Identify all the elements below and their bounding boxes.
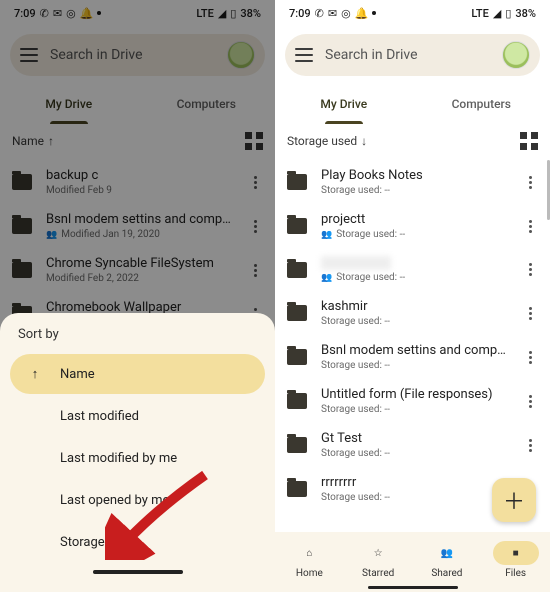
search-placeholder: Search in Drive <box>325 47 490 63</box>
more-icon[interactable] <box>522 263 538 276</box>
nav-home[interactable]: ⌂ Home <box>286 541 332 579</box>
bell-icon: 🔔 <box>355 7 369 20</box>
sort-option[interactable]: Last modified by me <box>10 438 265 478</box>
menu-icon[interactable] <box>295 48 313 62</box>
bottom-nav: ⌂ Home ☆ Starred 👥 Shared ■ Files <box>275 532 550 592</box>
sort-row[interactable]: Storage used ↓ <box>275 124 550 158</box>
arrow-up-icon: ↑ <box>28 366 42 382</box>
star-icon: ☆ <box>374 548 383 559</box>
file-subtitle: Storage used: -- <box>321 492 508 503</box>
more-icon[interactable] <box>522 395 538 408</box>
tab-computers[interactable]: Computers <box>413 84 550 124</box>
gesture-handle <box>368 586 458 589</box>
file-list: Play Books Notes Storage used: -- projec… <box>275 158 550 513</box>
search-bar[interactable]: Search in Drive <box>285 34 540 76</box>
folder-icon <box>287 349 307 365</box>
status-bar: 7:09 ✆ ✉ ◎ 🔔 LTE ◢ ▯ 38% <box>275 0 550 26</box>
nav-shared[interactable]: 👥 Shared <box>424 541 470 579</box>
more-icon[interactable] <box>522 439 538 452</box>
tabs: My Drive Computers <box>275 84 550 124</box>
more-icon[interactable] <box>522 176 538 189</box>
file-subtitle: Storage used: -- <box>321 448 508 459</box>
shared-icon: 👥 <box>321 273 332 283</box>
net-label: LTE <box>471 7 489 20</box>
option-label: Last modified by me <box>60 451 177 466</box>
folder-icon <box>287 262 307 278</box>
file-subtitle: Storage used: -- <box>321 404 508 415</box>
arrow-down-icon: ↓ <box>361 134 367 148</box>
list-item[interactable]: kashmir Storage used: -- <box>275 291 550 335</box>
file-name: Gt Test <box>321 431 508 446</box>
file-name: Play Books Notes <box>321 168 508 183</box>
file-subtitle: 👥Storage used: -- <box>321 229 508 240</box>
folder-icon <box>287 437 307 453</box>
people-icon: 👥 <box>441 548 453 559</box>
option-label: Last opened by me <box>60 493 169 508</box>
file-name <box>321 256 391 270</box>
folder-icon <box>287 393 307 409</box>
list-item[interactable]: Gt Test Storage used: -- <box>275 423 550 467</box>
file-subtitle: Storage used: -- <box>321 316 508 327</box>
file-name: rrrrrrrr <box>321 475 508 490</box>
shared-icon: 👥 <box>321 230 332 240</box>
file-subtitle: Storage used: -- <box>321 185 508 196</box>
nav-files[interactable]: ■ Files <box>493 541 539 579</box>
folder-icon <box>287 174 307 190</box>
sort-label: Storage used <box>287 134 357 148</box>
more-icon[interactable] <box>522 307 538 320</box>
list-item[interactable]: Play Books Notes Storage used: -- <box>275 160 550 204</box>
folder-icon: ■ <box>513 548 519 559</box>
gesture-handle <box>93 570 183 574</box>
signal-icon: ◢ <box>493 7 501 20</box>
more-icon[interactable] <box>522 351 538 364</box>
avatar[interactable] <box>502 41 530 69</box>
option-label: Storage used <box>60 535 136 550</box>
folder-icon <box>287 481 307 497</box>
list-item[interactable]: Bsnl modem settins and complaint Storage… <box>275 335 550 379</box>
file-subtitle: Storage used: -- <box>321 360 508 371</box>
status-dot <box>372 11 376 15</box>
battery-pct: 38% <box>515 7 536 20</box>
list-item[interactable]: projectt 👥Storage used: -- <box>275 204 550 248</box>
battery-icon: ▯ <box>505 7 511 20</box>
fab-add-button[interactable]: ＋ <box>492 478 536 522</box>
tab-my-drive[interactable]: My Drive <box>275 84 413 124</box>
scrim[interactable] <box>0 0 275 340</box>
phone-icon: ✆ <box>315 7 324 20</box>
sheet-title: Sort by <box>0 327 275 352</box>
sort-option[interactable]: Last opened by me <box>10 480 265 520</box>
file-name: Untitled form (File responses) <box>321 387 508 402</box>
file-name: Bsnl modem settins and complaint <box>321 343 508 358</box>
option-label: Last modified <box>60 409 139 424</box>
file-subtitle: 👥Storage used: -- <box>321 272 508 283</box>
sort-bottom-sheet: Sort by ↑ Name Last modified Last modifi… <box>0 313 275 592</box>
option-label: Name <box>60 367 95 382</box>
list-item[interactable]: Untitled form (File responses) Storage u… <box>275 379 550 423</box>
msg-icon: ✉ <box>328 7 337 20</box>
home-icon: ⌂ <box>306 548 312 559</box>
sort-option[interactable]: Last modified <box>10 396 265 436</box>
more-icon[interactable] <box>522 220 538 233</box>
grid-view-icon[interactable] <box>520 132 538 150</box>
status-time: 7:09 <box>289 7 311 20</box>
nav-starred[interactable]: ☆ Starred <box>355 541 401 579</box>
list-item[interactable]: 👥Storage used: -- <box>275 248 550 291</box>
sort-option[interactable]: Storage used <box>10 522 265 562</box>
app-icon: ◎ <box>341 7 351 20</box>
folder-icon <box>287 218 307 234</box>
file-name: kashmir <box>321 299 508 314</box>
sort-option[interactable]: ↑ Name <box>10 354 265 394</box>
folder-icon <box>287 305 307 321</box>
file-name: projectt <box>321 212 508 227</box>
